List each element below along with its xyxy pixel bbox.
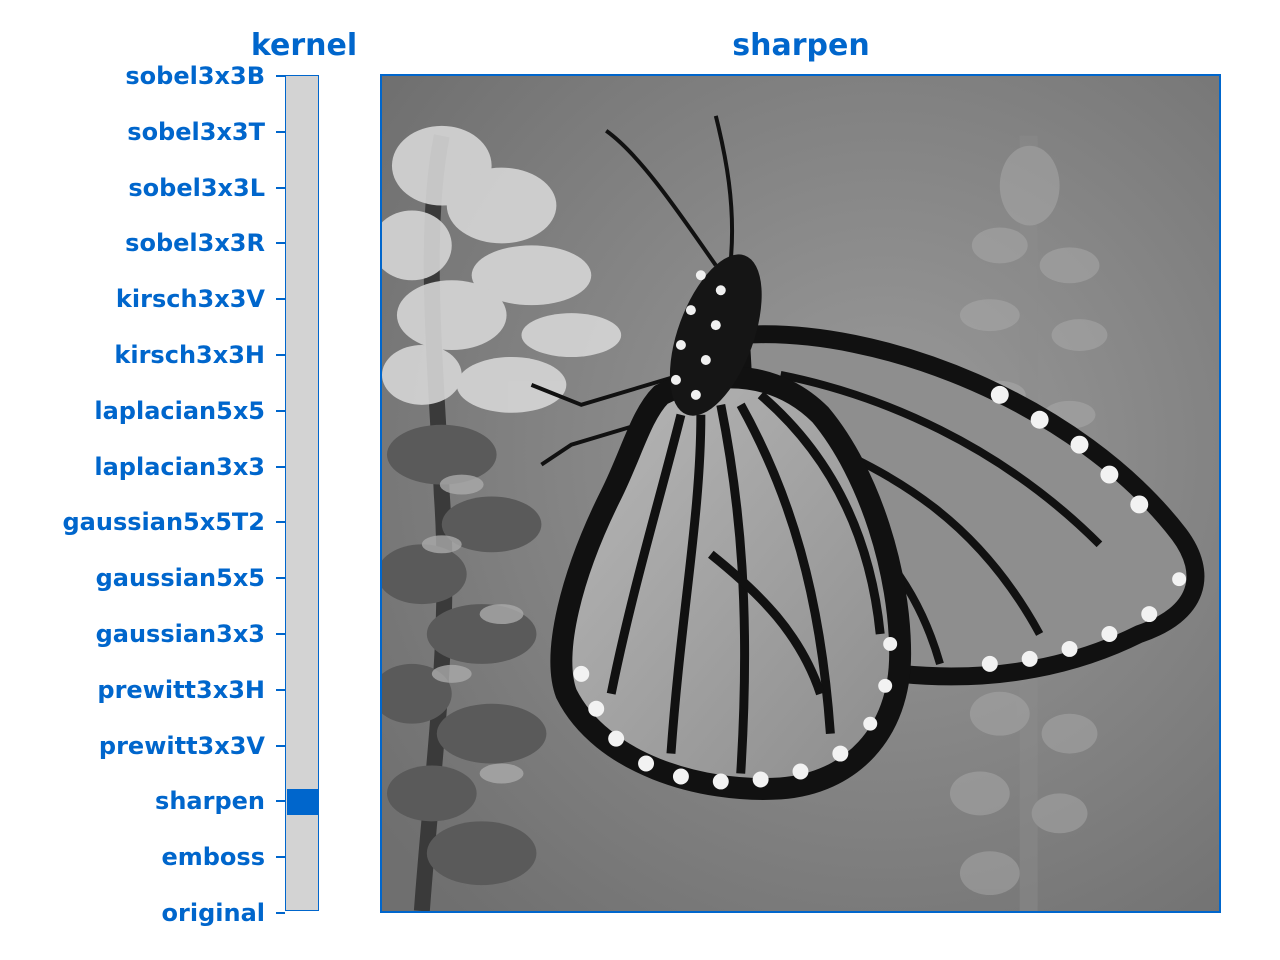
kernel-option-tick bbox=[276, 409, 285, 412]
kernel-option-tick bbox=[276, 912, 285, 914]
kernel-option[interactable]: emboss bbox=[161, 842, 265, 872]
kernel-option-tick bbox=[276, 186, 285, 189]
kernel-option[interactable]: gaussian3x3 bbox=[96, 619, 265, 649]
kernel-option-tick bbox=[276, 633, 285, 635]
kernel-option[interactable]: prewitt3x3H bbox=[97, 675, 265, 705]
kernel-option[interactable]: sobel3x3L bbox=[128, 173, 265, 203]
kernel-option-tick bbox=[276, 577, 285, 580]
kernel-option-tick bbox=[276, 521, 285, 524]
kernel-option-tick bbox=[276, 688, 285, 691]
image-title: sharpen bbox=[732, 28, 870, 63]
kernel-option-tick bbox=[276, 298, 285, 301]
kernel-option[interactable]: sobel3x3T bbox=[127, 117, 265, 147]
filtered-image bbox=[380, 74, 1221, 913]
kernel-option[interactable]: sobel3x3R bbox=[125, 228, 265, 258]
kernel-option-tick bbox=[276, 75, 285, 77]
kernel-selector-handle[interactable] bbox=[287, 789, 319, 816]
kernel-option[interactable]: sharpen bbox=[155, 786, 265, 816]
kernel-option-tick bbox=[276, 465, 285, 468]
kernel-option[interactable]: prewitt3x3V bbox=[99, 731, 265, 761]
kernel-option[interactable]: gaussian5x5 bbox=[96, 563, 265, 593]
kernel-option[interactable]: laplacian3x3 bbox=[94, 452, 265, 482]
kernel-option[interactable]: gaussian5x5T2 bbox=[63, 507, 266, 537]
kernel-selector-slider[interactable] bbox=[285, 75, 319, 911]
kernel-option[interactable]: laplacian5x5 bbox=[94, 396, 265, 426]
kernel-option[interactable]: kirsch3x3H bbox=[114, 340, 265, 370]
kernel-option-tick bbox=[276, 130, 285, 133]
kernel-option-tick bbox=[276, 800, 285, 803]
kernel-option-tick bbox=[276, 354, 285, 356]
kernel-option-tick bbox=[276, 242, 285, 245]
kernel-option-tick bbox=[276, 856, 285, 859]
butterfly-image bbox=[382, 76, 1219, 911]
kernel-option[interactable]: sobel3x3B bbox=[125, 61, 265, 91]
kernel-selector-title: kernel bbox=[250, 28, 358, 63]
kernel-option-tick bbox=[276, 744, 285, 747]
kernel-option[interactable]: kirsch3x3V bbox=[116, 284, 265, 314]
kernel-option[interactable]: original bbox=[162, 898, 265, 928]
